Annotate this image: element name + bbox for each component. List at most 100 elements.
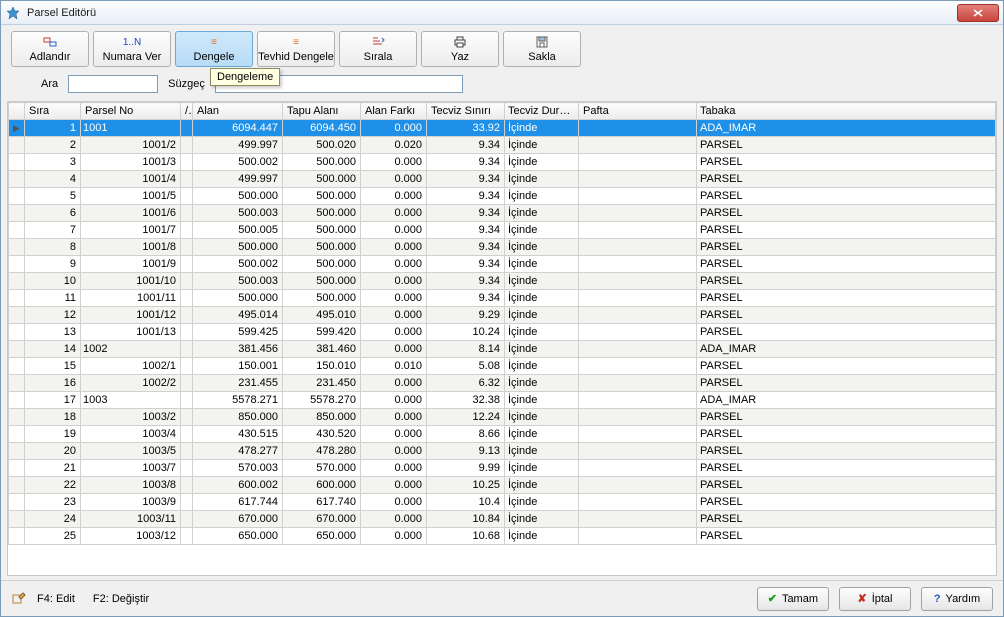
col-sira[interactable]: Sıra <box>25 103 81 120</box>
cell-pafta <box>579 222 697 239</box>
cell-parsel: 1001/13 <box>81 324 181 341</box>
table-row[interactable]: 131001/13599.425599.4200.00010.24İçindeP… <box>9 324 996 341</box>
table-row[interactable]: 51001/5500.000500.0000.0009.34İçindePARS… <box>9 188 996 205</box>
col-slash[interactable]: / <box>181 103 193 120</box>
cell-tecviz: 9.34 <box>427 290 505 307</box>
sirala-button[interactable]: Sırala <box>339 31 417 67</box>
cell-sira: 23 <box>25 494 81 511</box>
cell-pafta <box>579 205 697 222</box>
table-row[interactable]: 101001/10500.003500.0000.0009.34İçindePA… <box>9 273 996 290</box>
tevhid-dengele-button[interactable]: ≡ Tevhid Dengele <box>257 31 335 67</box>
cell-sira: 13 <box>25 324 81 341</box>
close-button[interactable] <box>957 4 999 22</box>
col-pafta[interactable]: Pafta <box>579 103 697 120</box>
cell-parsel: 1001/4 <box>81 171 181 188</box>
table-row[interactable]: 181003/2850.000850.0000.00012.24İçindePA… <box>9 409 996 426</box>
cell-tecviz: 10.25 <box>427 477 505 494</box>
col-alan[interactable]: Alan <box>193 103 283 120</box>
sakla-button[interactable]: Sakla <box>503 31 581 67</box>
table-row[interactable]: 141002381.456381.4600.0008.14İçindeADA_I… <box>9 341 996 358</box>
col-tecviz[interactable]: Tecviz Sınırı <box>427 103 505 120</box>
cell-pafta <box>579 188 697 205</box>
table-row[interactable]: 191003/4430.515430.5200.0008.66İçindePAR… <box>9 426 996 443</box>
cell-tabaka: PARSEL <box>697 307 996 324</box>
table-row[interactable]: 1710035578.2715578.2700.00032.38İçindeAD… <box>9 392 996 409</box>
cell-sira: 1 <box>25 120 81 137</box>
table-row[interactable]: ▶110016094.4476094.4500.00033.92İçindeAD… <box>9 120 996 137</box>
numaraver-button[interactable]: 1..N Numara Ver <box>93 31 171 67</box>
table-row[interactable]: 21001/2499.997500.0200.0209.34İçindePARS… <box>9 137 996 154</box>
cell-alan: 381.456 <box>193 341 283 358</box>
cell-durum: İçinde <box>505 273 579 290</box>
ok-button[interactable]: ✔ Tamam <box>757 587 829 611</box>
cell-tecviz: 6.32 <box>427 375 505 392</box>
check-icon: ✔ <box>768 592 777 605</box>
col-parsel[interactable]: Parsel No <box>81 103 181 120</box>
cell-durum: İçinde <box>505 154 579 171</box>
row-indicator <box>9 426 25 443</box>
table-row[interactable]: 251003/12650.000650.0000.00010.68İçindeP… <box>9 528 996 545</box>
cell-tabaka: ADA_IMAR <box>697 341 996 358</box>
help-button[interactable]: ? Yardım <box>921 587 993 611</box>
table-row[interactable]: 71001/7500.005500.0000.0009.34İçindePARS… <box>9 222 996 239</box>
table-row[interactable]: 151002/1150.001150.0100.0105.08İçindePAR… <box>9 358 996 375</box>
cell-pafta <box>579 477 697 494</box>
yaz-button[interactable]: Yaz <box>421 31 499 67</box>
row-indicator <box>9 528 25 545</box>
table-row[interactable]: 211003/7570.003570.0000.0009.99İçindePAR… <box>9 460 996 477</box>
cell-alan: 499.997 <box>193 171 283 188</box>
table-row[interactable]: 231003/9617.744617.7400.00010.4İçindePAR… <box>9 494 996 511</box>
table-row[interactable]: 41001/4499.997500.0000.0009.34İçindePARS… <box>9 171 996 188</box>
cell-durum: İçinde <box>505 120 579 137</box>
cell-parsel: 1001/12 <box>81 307 181 324</box>
cell-fark: 0.000 <box>361 290 427 307</box>
balance-icon: ≡ <box>211 35 217 49</box>
cell-tabaka: PARSEL <box>697 358 996 375</box>
col-fark[interactable]: Alan Farkı <box>361 103 427 120</box>
col-tabaka[interactable]: Tabaka <box>697 103 996 120</box>
cell-alan: 500.005 <box>193 222 283 239</box>
cell-sira: 14 <box>25 341 81 358</box>
row-indicator <box>9 290 25 307</box>
cell-pafta <box>579 375 697 392</box>
table-row[interactable]: 61001/6500.003500.0000.0009.34İçindePARS… <box>9 205 996 222</box>
data-grid[interactable]: Sıra Parsel No / Alan Tapu Alanı Alan Fa… <box>7 101 997 576</box>
cell-parsel: 1003/11 <box>81 511 181 528</box>
table-row[interactable]: 111001/11500.000500.0000.0009.34İçindePA… <box>9 290 996 307</box>
table-row[interactable]: 121001/12495.014495.0100.0009.29İçindePA… <box>9 307 996 324</box>
cell-parsel: 1003/8 <box>81 477 181 494</box>
cell-tecviz: 10.84 <box>427 511 505 528</box>
dengele-button[interactable]: ≡ Dengele Dengeleme <box>175 31 253 67</box>
row-indicator <box>9 511 25 528</box>
table-row[interactable]: 31001/3500.002500.0000.0009.34İçindePARS… <box>9 154 996 171</box>
cell-tabaka: ADA_IMAR <box>697 392 996 409</box>
cell-tapu: 5578.270 <box>283 392 361 409</box>
table-row[interactable]: 161002/2231.455231.4500.0006.32İçindePAR… <box>9 375 996 392</box>
table-row[interactable]: 221003/8600.002600.0000.00010.25İçindePA… <box>9 477 996 494</box>
cell-pafta <box>579 426 697 443</box>
cell-tapu: 500.020 <box>283 137 361 154</box>
cell-tapu: 150.010 <box>283 358 361 375</box>
cell-slash <box>181 358 193 375</box>
table-row[interactable]: 201003/5478.277478.2800.0009.13İçindePAR… <box>9 443 996 460</box>
cell-fark: 0.000 <box>361 477 427 494</box>
adlandir-button[interactable]: Adlandır <box>11 31 89 67</box>
cell-tecviz: 8.66 <box>427 426 505 443</box>
row-indicator <box>9 324 25 341</box>
cell-sira: 17 <box>25 392 81 409</box>
table-row[interactable]: 241003/11670.000670.0000.00010.84İçindeP… <box>9 511 996 528</box>
table-row[interactable]: 91001/9500.002500.0000.0009.34İçindePARS… <box>9 256 996 273</box>
cancel-button[interactable]: ✘ İptal <box>839 587 911 611</box>
cell-tecviz: 9.34 <box>427 222 505 239</box>
ara-input[interactable] <box>68 75 158 93</box>
col-tapu[interactable]: Tapu Alanı <box>283 103 361 120</box>
cell-parsel: 1001/8 <box>81 239 181 256</box>
row-header-col[interactable] <box>9 103 25 120</box>
cell-pafta <box>579 409 697 426</box>
row-indicator <box>9 375 25 392</box>
cell-tabaka: PARSEL <box>697 477 996 494</box>
cell-slash <box>181 426 193 443</box>
row-indicator: ▶ <box>9 120 25 137</box>
col-durum[interactable]: Tecviz Durum <box>505 103 579 120</box>
table-row[interactable]: 81001/8500.000500.0000.0009.34İçindePARS… <box>9 239 996 256</box>
